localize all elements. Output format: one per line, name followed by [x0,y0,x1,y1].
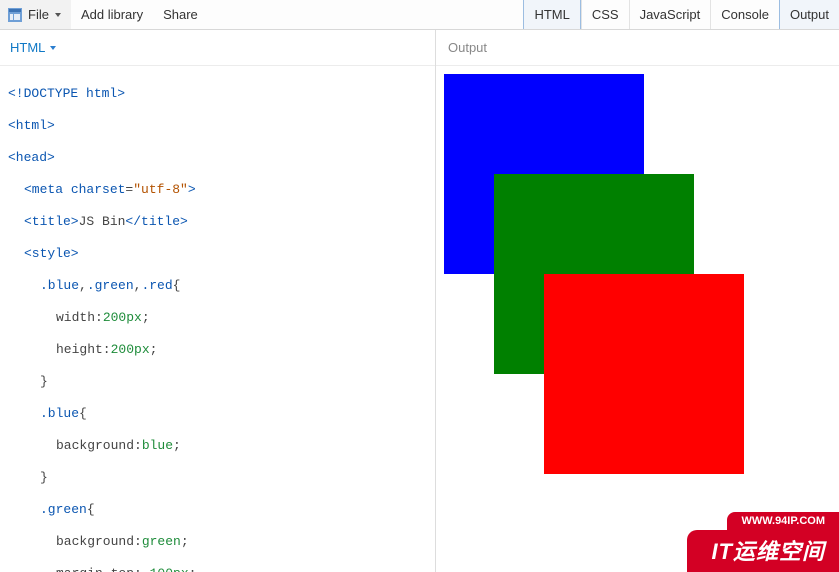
toolbar: File Add library Share HTML CSS JavaScri… [0,0,839,30]
editor-pane-header: HTML [0,30,435,66]
tab-output[interactable]: Output [779,0,839,29]
app-icon [8,8,22,22]
tab-html-label: HTML [534,7,569,22]
editor-language-dropdown[interactable]: HTML [10,40,56,55]
output-pane-header: Output [436,30,839,66]
toolbar-right: HTML CSS JavaScript Console Output [523,0,839,29]
chevron-down-icon [55,13,61,17]
tab-javascript[interactable]: JavaScript [629,0,711,29]
output-pane: Output [436,30,839,572]
file-menu[interactable]: File [0,0,71,29]
tab-css-label: CSS [592,7,619,22]
tab-javascript-label: JavaScript [640,7,701,22]
output-pane-label: Output [448,40,487,55]
code-line: <!DOCTYPE html> [8,86,427,102]
code-editor[interactable]: <!DOCTYPE html> <html> <head> <meta char… [0,66,435,572]
share-button[interactable]: Share [153,0,208,29]
tab-console-label: Console [721,7,769,22]
tab-css[interactable]: CSS [581,0,629,29]
tab-html[interactable]: HTML [523,0,580,29]
add-library-button[interactable]: Add library [71,0,153,29]
output-preview [436,66,839,482]
file-label: File [28,7,49,22]
red-square [544,274,744,474]
add-library-label: Add library [81,7,143,22]
workspace: HTML <!DOCTYPE html> <html> <head> <meta… [0,30,839,572]
editor-language-label: HTML [10,40,45,55]
editor-pane: HTML <!DOCTYPE html> <html> <head> <meta… [0,30,436,572]
toolbar-left: File Add library Share [0,0,523,29]
share-label: Share [163,7,198,22]
chevron-down-icon [50,46,56,50]
tab-console[interactable]: Console [710,0,779,29]
tab-output-label: Output [790,7,829,22]
